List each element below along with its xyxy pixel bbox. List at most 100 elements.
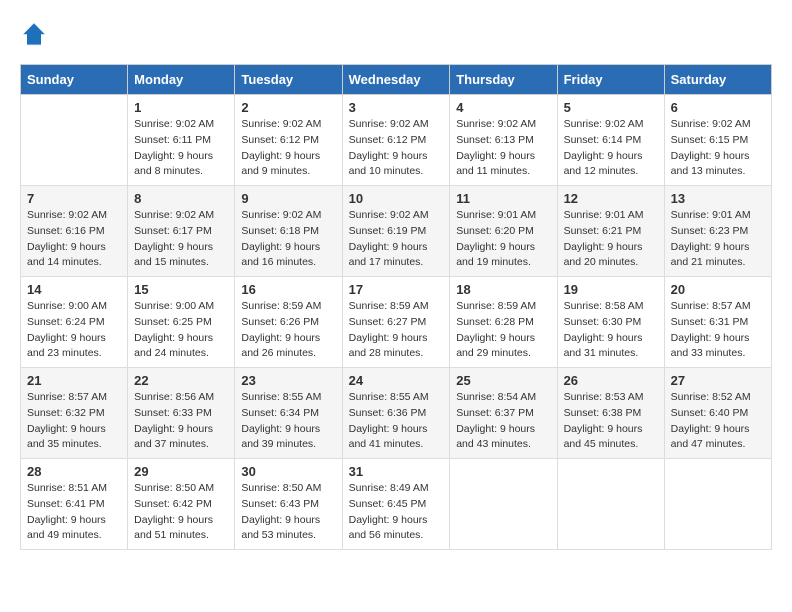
day-info: Sunrise: 8:55 AMSunset: 6:34 PMDaylight:… [241, 390, 335, 453]
calendar-cell [450, 459, 557, 550]
calendar-cell: 28Sunrise: 8:51 AMSunset: 6:41 PMDayligh… [21, 459, 128, 550]
day-number: 31 [349, 464, 444, 479]
day-number: 4 [456, 100, 550, 115]
calendar-week-row: 1 Sunrise: 9:02 AMSunset: 6:11 PMDaylight… [21, 95, 772, 186]
calendar-cell: 1 Sunrise: 9:02 AMSunset: 6:11 PMDaylight… [128, 95, 235, 186]
day-info: Sunrise: 9:02 AMSunset: 6:12 PMDaylight:… [349, 117, 444, 180]
day-number: 23 [241, 373, 335, 388]
day-info: Sunrise: 9:00 AMSunset: 6:25 PMDaylight:… [134, 299, 228, 362]
calendar-cell: 11 Sunrise: 9:01 AMSunset: 6:20 PMDayligh… [450, 186, 557, 277]
day-number: 19 [564, 282, 658, 297]
calendar-cell: 12 Sunrise: 9:01 AMSunset: 6:21 PMDayligh… [557, 186, 664, 277]
day-info: Sunrise: 8:50 AMSunset: 6:42 PMDaylight:… [134, 481, 228, 544]
calendar-week-row: 28Sunrise: 8:51 AMSunset: 6:41 PMDayligh… [21, 459, 772, 550]
calendar-cell: 7Sunrise: 9:02 AMSunset: 6:16 PMDaylight… [21, 186, 128, 277]
calendar-cell: 16 Sunrise: 8:59 AMSunset: 6:26 PMDayligh… [235, 277, 342, 368]
day-number: 12 [564, 191, 658, 206]
calendar-cell: 30 Sunrise: 8:50 AMSunset: 6:43 PMDayligh… [235, 459, 342, 550]
day-number: 30 [241, 464, 335, 479]
day-number: 15 [134, 282, 228, 297]
day-number: 26 [564, 373, 658, 388]
calendar-cell: 2 Sunrise: 9:02 AMSunset: 6:12 PMDaylight… [235, 95, 342, 186]
calendar-cell: 15 Sunrise: 9:00 AMSunset: 6:25 PMDayligh… [128, 277, 235, 368]
day-number: 1 [134, 100, 228, 115]
day-info: Sunrise: 8:59 AMSunset: 6:28 PMDaylight:… [456, 299, 550, 362]
calendar-cell: 26 Sunrise: 8:53 AMSunset: 6:38 PMDayligh… [557, 368, 664, 459]
page-header [20, 20, 772, 48]
day-info: Sunrise: 8:53 AMSunset: 6:38 PMDaylight:… [564, 390, 658, 453]
day-info: Sunrise: 8:56 AMSunset: 6:33 PMDaylight:… [134, 390, 228, 453]
day-number: 10 [349, 191, 444, 206]
calendar-cell: 3 Sunrise: 9:02 AMSunset: 6:12 PMDaylight… [342, 95, 450, 186]
calendar-cell: 5Sunrise: 9:02 AMSunset: 6:14 PMDaylight… [557, 95, 664, 186]
column-header-wednesday: Wednesday [342, 65, 450, 95]
day-info: Sunrise: 8:59 AMSunset: 6:26 PMDaylight:… [241, 299, 335, 362]
day-number: 14 [27, 282, 121, 297]
day-info: Sunrise: 9:01 AMSunset: 6:23 PMDaylight:… [671, 208, 765, 271]
calendar-cell: 22 Sunrise: 8:56 AMSunset: 6:33 PMDayligh… [128, 368, 235, 459]
column-header-saturday: Saturday [664, 65, 771, 95]
day-info: Sunrise: 8:57 AMSunset: 6:32 PMDaylight:… [27, 390, 121, 453]
calendar-cell: 13 Sunrise: 9:01 AMSunset: 6:23 PMDayligh… [664, 186, 771, 277]
day-number: 17 [349, 282, 444, 297]
day-number: 29 [134, 464, 228, 479]
day-number: 8 [134, 191, 228, 206]
day-info: Sunrise: 8:59 AMSunset: 6:27 PMDaylight:… [349, 299, 444, 362]
day-number: 16 [241, 282, 335, 297]
day-info: Sunrise: 9:01 AMSunset: 6:20 PMDaylight:… [456, 208, 550, 271]
logo-icon [20, 20, 48, 48]
column-header-thursday: Thursday [450, 65, 557, 95]
calendar-week-row: 21 Sunrise: 8:57 AMSunset: 6:32 PMDayligh… [21, 368, 772, 459]
day-info: Sunrise: 9:02 AMSunset: 6:17 PMDaylight:… [134, 208, 228, 271]
logo [20, 20, 54, 48]
day-number: 7 [27, 191, 121, 206]
calendar-cell: 18 Sunrise: 8:59 AMSunset: 6:28 PMDayligh… [450, 277, 557, 368]
day-info: Sunrise: 8:58 AMSunset: 6:30 PMDaylight:… [564, 299, 658, 362]
calendar-table: SundayMondayTuesdayWednesdayThursdayFrid… [20, 64, 772, 550]
calendar-cell: 23 Sunrise: 8:55 AMSunset: 6:34 PMDayligh… [235, 368, 342, 459]
day-info: Sunrise: 8:52 AMSunset: 6:40 PMDaylight:… [671, 390, 765, 453]
day-number: 11 [456, 191, 550, 206]
column-header-friday: Friday [557, 65, 664, 95]
day-number: 22 [134, 373, 228, 388]
day-number: 9 [241, 191, 335, 206]
day-info: Sunrise: 8:54 AMSunset: 6:37 PMDaylight:… [456, 390, 550, 453]
calendar-cell: 8 Sunrise: 9:02 AMSunset: 6:17 PMDaylight… [128, 186, 235, 277]
day-info: Sunrise: 9:00 AMSunset: 6:24 PMDaylight:… [27, 299, 121, 362]
day-info: Sunrise: 9:02 AMSunset: 6:18 PMDaylight:… [241, 208, 335, 271]
day-number: 18 [456, 282, 550, 297]
day-number: 27 [671, 373, 765, 388]
calendar-cell: 9 Sunrise: 9:02 AMSunset: 6:18 PMDaylight… [235, 186, 342, 277]
calendar-cell: 6Sunrise: 9:02 AMSunset: 6:15 PMDaylight… [664, 95, 771, 186]
calendar-week-row: 7Sunrise: 9:02 AMSunset: 6:16 PMDaylight… [21, 186, 772, 277]
calendar-cell: 24Sunrise: 8:55 AMSunset: 6:36 PMDayligh… [342, 368, 450, 459]
calendar-cell: 27 Sunrise: 8:52 AMSunset: 6:40 PMDayligh… [664, 368, 771, 459]
calendar-cell: 31Sunrise: 8:49 AMSunset: 6:45 PMDayligh… [342, 459, 450, 550]
day-info: Sunrise: 9:02 AMSunset: 6:19 PMDaylight:… [349, 208, 444, 271]
column-header-monday: Monday [128, 65, 235, 95]
day-number: 13 [671, 191, 765, 206]
day-info: Sunrise: 8:50 AMSunset: 6:43 PMDaylight:… [241, 481, 335, 544]
day-info: Sunrise: 9:01 AMSunset: 6:21 PMDaylight:… [564, 208, 658, 271]
day-number: 5 [564, 100, 658, 115]
column-header-sunday: Sunday [21, 65, 128, 95]
day-info: Sunrise: 9:02 AMSunset: 6:13 PMDaylight:… [456, 117, 550, 180]
calendar-cell: 4 Sunrise: 9:02 AMSunset: 6:13 PMDaylight… [450, 95, 557, 186]
column-header-tuesday: Tuesday [235, 65, 342, 95]
day-info: Sunrise: 8:55 AMSunset: 6:36 PMDaylight:… [349, 390, 444, 453]
day-number: 21 [27, 373, 121, 388]
calendar-cell: 17 Sunrise: 8:59 AMSunset: 6:27 PMDayligh… [342, 277, 450, 368]
day-info: Sunrise: 9:02 AMSunset: 6:15 PMDaylight:… [671, 117, 765, 180]
day-info: Sunrise: 8:57 AMSunset: 6:31 PMDaylight:… [671, 299, 765, 362]
day-info: Sunrise: 9:02 AMSunset: 6:11 PMDaylight:… [134, 117, 228, 180]
day-number: 3 [349, 100, 444, 115]
calendar-cell: 14 Sunrise: 9:00 AMSunset: 6:24 PMDayligh… [21, 277, 128, 368]
day-info: Sunrise: 8:51 AMSunset: 6:41 PMDaylight:… [27, 481, 121, 544]
day-info: Sunrise: 9:02 AMSunset: 6:12 PMDaylight:… [241, 117, 335, 180]
calendar-cell [557, 459, 664, 550]
calendar-cell: 10 Sunrise: 9:02 AMSunset: 6:19 PMDayligh… [342, 186, 450, 277]
calendar-cell: 20Sunrise: 8:57 AMSunset: 6:31 PMDayligh… [664, 277, 771, 368]
calendar-cell: 19 Sunrise: 8:58 AMSunset: 6:30 PMDayligh… [557, 277, 664, 368]
day-number: 2 [241, 100, 335, 115]
calendar-cell [664, 459, 771, 550]
